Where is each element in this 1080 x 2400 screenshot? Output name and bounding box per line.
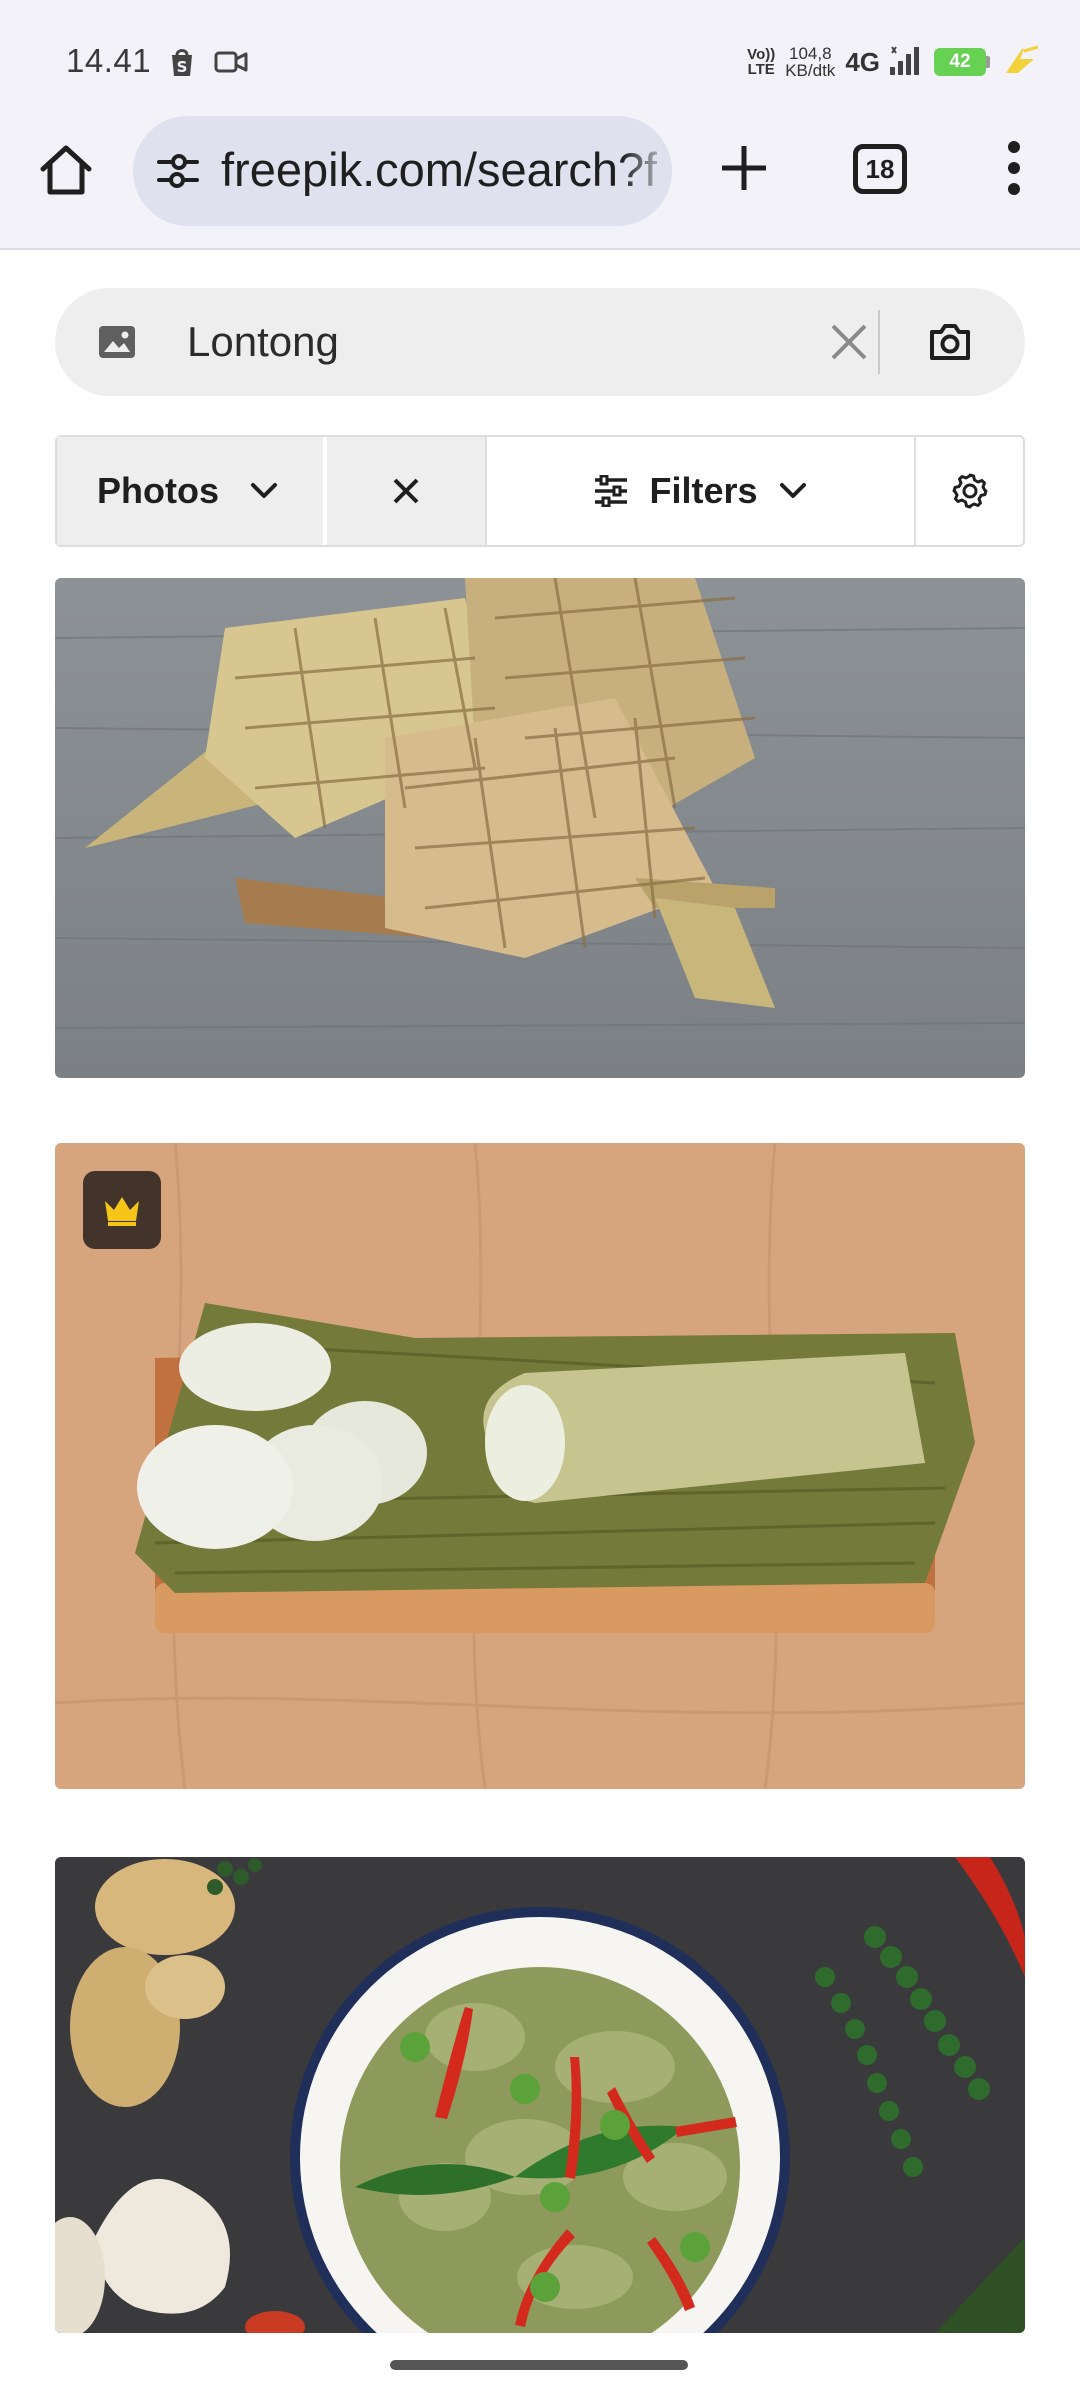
new-tab-icon bbox=[722, 146, 766, 190]
status-bar: 14.41 S Vo)) LTE 104,8 KB/dtk 4G 42 bbox=[0, 0, 1080, 124]
search-input[interactable] bbox=[187, 312, 787, 372]
result-photo-lontong[interactable] bbox=[55, 1143, 1025, 1789]
settings-button[interactable] bbox=[916, 437, 1023, 545]
lontong-photo bbox=[55, 1143, 1025, 1789]
home-icon bbox=[40, 145, 92, 195]
camera-icon bbox=[930, 324, 970, 360]
address-bar[interactable]: freepik.com/search?format=search&query=L… bbox=[133, 116, 672, 226]
chevron-down-icon bbox=[779, 483, 806, 498]
clear-asset-type-button[interactable] bbox=[327, 437, 487, 545]
more-menu-icon bbox=[1008, 141, 1020, 153]
clear-search-button[interactable] bbox=[823, 316, 875, 368]
shopee-notification-icon: S bbox=[168, 46, 196, 83]
asset-type-label: Photos bbox=[97, 470, 219, 511]
more-menu-button[interactable] bbox=[990, 136, 1038, 200]
network-speed: 104,8 KB/dtk bbox=[785, 44, 836, 80]
status-time: 14.41 bbox=[66, 42, 152, 79]
search-divider bbox=[878, 310, 880, 374]
tab-count: 18 bbox=[865, 153, 895, 184]
chevron-down-icon bbox=[251, 483, 277, 498]
tab-switcher-button[interactable]: 18 bbox=[853, 144, 907, 194]
network-type: 4G bbox=[845, 46, 880, 77]
green-curry-photo bbox=[55, 1857, 1025, 2333]
asset-type-dropdown[interactable]: Photos bbox=[57, 437, 323, 545]
battery-icon: 42 bbox=[934, 48, 990, 76]
svg-text:S: S bbox=[177, 58, 188, 76]
search-bar bbox=[55, 288, 1025, 396]
crown-icon bbox=[105, 1197, 139, 1226]
browser-chrome: 14.41 S Vo)) LTE 104,8 KB/dtk 4G 42 free… bbox=[0, 0, 1080, 250]
close-icon bbox=[393, 478, 419, 504]
url-text: freepik.com/search?format=search&query=L… bbox=[221, 143, 657, 196]
gesture-home-indicator[interactable] bbox=[390, 2360, 688, 2370]
ketupat-photo bbox=[55, 578, 1025, 1078]
status-indicators: Vo)) LTE 104,8 KB/dtk 4G 42 bbox=[747, 40, 1040, 84]
volte-indicator: Vo)) LTE bbox=[747, 46, 776, 78]
filter-bar: Photos Filters bbox=[55, 435, 1025, 547]
site-settings-icon[interactable] bbox=[155, 148, 201, 194]
search-by-image-button[interactable] bbox=[921, 314, 979, 370]
filters-label: Filters bbox=[649, 470, 758, 511]
result-photo-green-curry[interactable] bbox=[55, 1857, 1025, 2333]
browser-toolbar: freepik.com/search?format=search&query=L… bbox=[0, 114, 1080, 228]
settings-icon bbox=[952, 473, 987, 509]
charging-icon bbox=[1000, 45, 1040, 80]
filters-button[interactable]: Filters bbox=[487, 437, 916, 545]
result-photo-ketupat[interactable] bbox=[55, 578, 1025, 1078]
signal-icon bbox=[890, 45, 924, 80]
home-button[interactable] bbox=[34, 138, 98, 202]
new-tab-button[interactable] bbox=[712, 136, 776, 200]
video-camera-icon bbox=[214, 50, 248, 79]
clear-icon bbox=[831, 324, 867, 360]
image-icon bbox=[99, 326, 135, 358]
sliders-icon bbox=[595, 475, 628, 507]
premium-badge bbox=[83, 1171, 161, 1249]
